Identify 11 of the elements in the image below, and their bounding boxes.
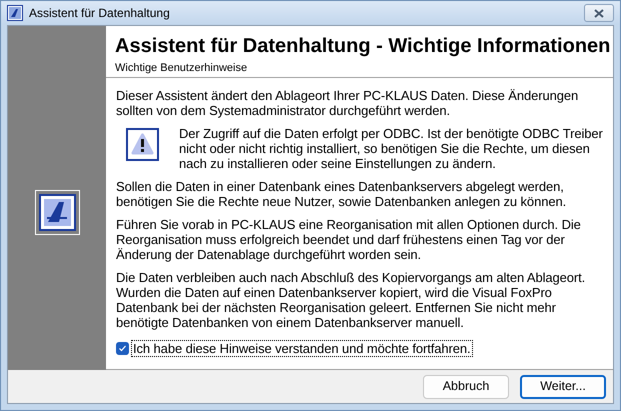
info-paragraph: Führen Sie vorab in PC-KLAUS eine Reorganisation mit allen Optionen durch. Die Reorganisation muss erfolgreich beendet und darf frühestens einen Tag vor der Änderung der Datenablage durchgeführt worden sein. (116, 217, 582, 262)
page-title: Assistent für Datenhaltung - Wichtige Informationen (115, 34, 612, 58)
window-title: Assistent für Datenhaltung (29, 5, 170, 22)
info-paragraph: Die Daten verbleiben auch nach Abschluß des Kopiervorgangs am alten Ablageort. Wurden die Daten auf einen Datenbankserver kopiert, wird die Visual FoxPro Datenbank bei der nächsten Reorganisation geleert. Entfernen Sie nicht mehr benötigte Datenbanken von einem Datenbankserver manuell. (116, 270, 586, 330)
page-subtitle: Wichtige Benutzerhinweise (115, 61, 248, 76)
warning-text: Der Zugriff auf die Daten erfolgt per ODBC. Ist der benötigte ODBC Treiber nicht oder nicht richtig installiert, so benötigen Sie die Rechte, um diesen nach zu installieren oder seine Einstellungen zu ändern. (179, 126, 603, 171)
dialog-button[interactable]: Weiter... (520, 374, 606, 398)
confirm-label[interactable]: Ich habe diese Hinweise verstanden und möchte fortfahren. (131, 340, 473, 357)
info-paragraph: Sollen die Daten in einer Datenbank eines Datenbankservers abgelegt werden, benötigen Sie die Rechte neue Nutzer, sowie Datenbanken anlegen zu können. (116, 179, 568, 209)
info-paragraph: Dieser Assistent ändert den Ablageort Ihrer PC-KLAUS Daten. Diese Änderungen sollten von dem Systemadministrator durchgeführt werden. (116, 88, 580, 118)
dialog-button[interactable]: Abbruch (423, 374, 509, 398)
